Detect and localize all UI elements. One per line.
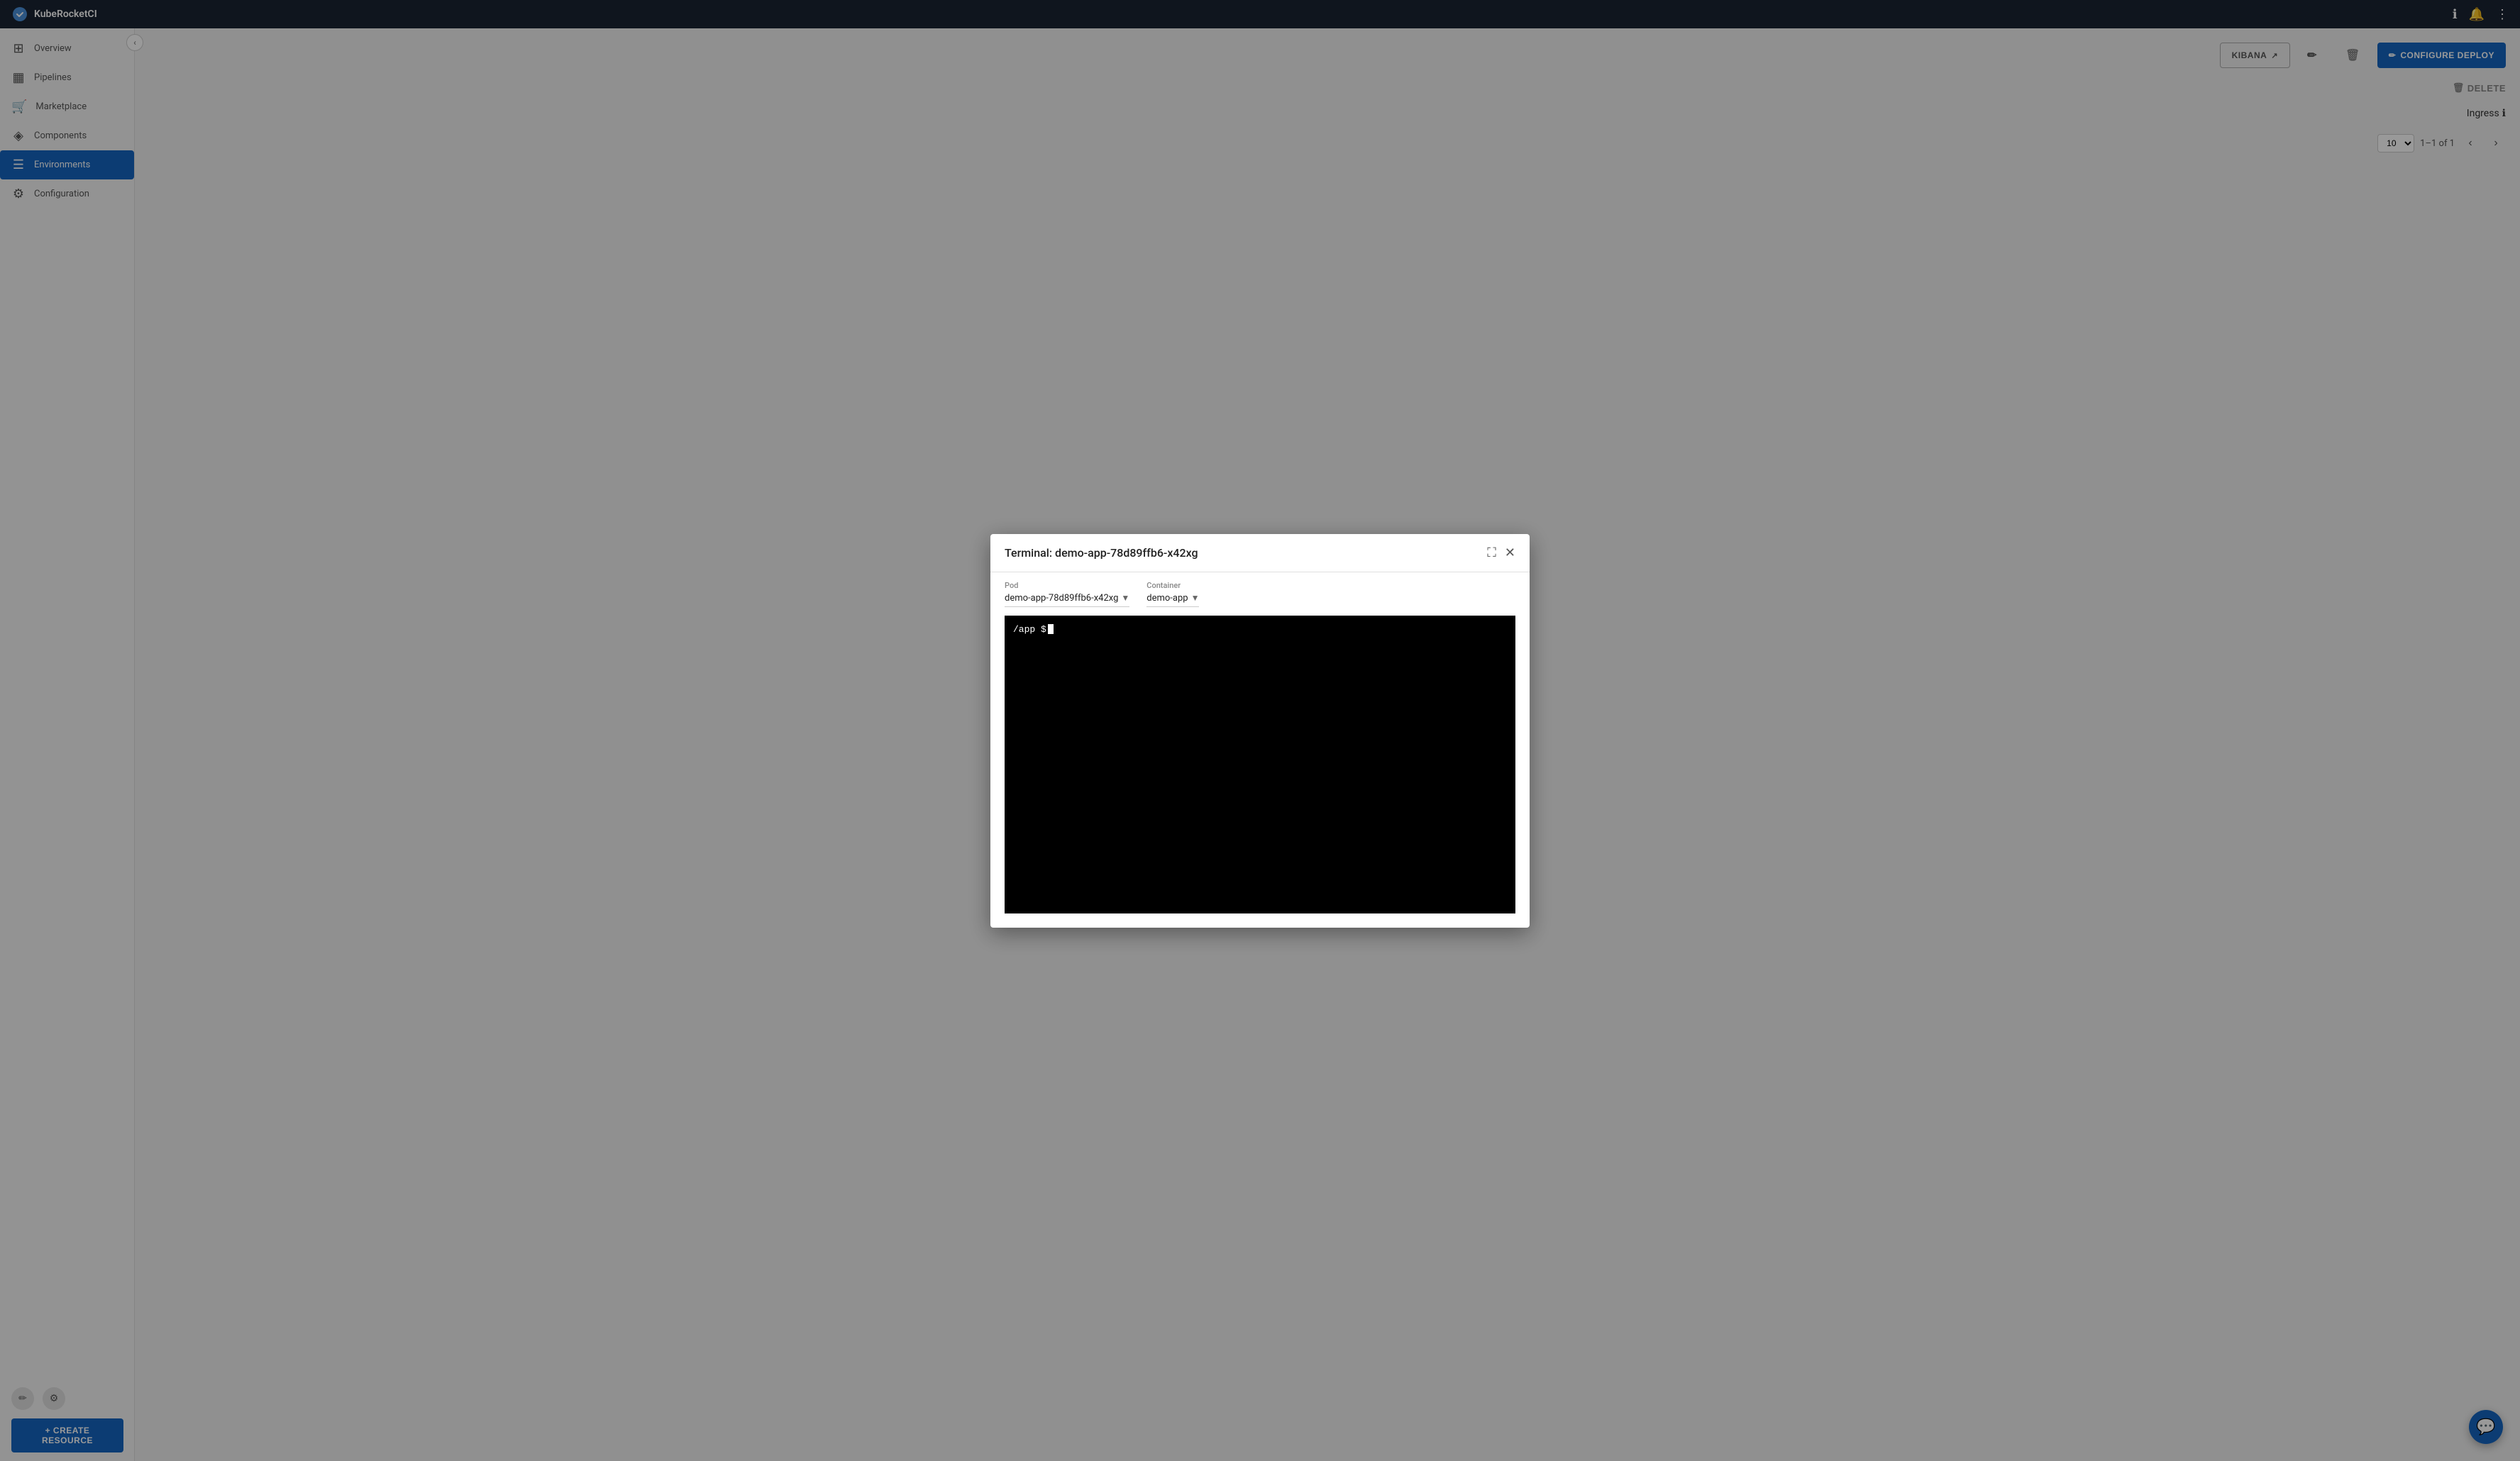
terminal-modal: Terminal: demo-app-78d89ffb6-x42xg ⛶ ✕ P…	[990, 534, 1530, 928]
pod-field: Pod demo-app-78d89ffb6-x42xg ▼	[1005, 581, 1129, 607]
modal-title: Terminal: demo-app-78d89ffb6-x42xg	[1005, 546, 1198, 560]
pod-value: demo-app-78d89ffb6-x42xg	[1005, 593, 1118, 604]
close-icon: ✕	[1505, 545, 1515, 560]
modal-close-button[interactable]: ✕	[1505, 545, 1515, 560]
expand-icon: ⛶	[1487, 545, 1496, 560]
terminal-prompt-text: /app $	[1013, 624, 1046, 635]
terminal-cursor	[1048, 624, 1054, 634]
terminal-area[interactable]: /app $	[1005, 616, 1515, 913]
modal-header: Terminal: demo-app-78d89ffb6-x42xg ⛶ ✕	[990, 534, 1530, 572]
modal-expand-button[interactable]: ⛶	[1487, 545, 1496, 560]
container-dropdown-icon: ▼	[1191, 593, 1200, 603]
modal-overlay: Terminal: demo-app-78d89ffb6-x42xg ⛶ ✕ P…	[0, 0, 2520, 1461]
modal-header-actions: ⛶ ✕	[1487, 545, 1515, 560]
modal-fields: Pod demo-app-78d89ffb6-x42xg ▼ Container…	[1005, 581, 1515, 607]
pod-dropdown-icon: ▼	[1121, 593, 1129, 603]
modal-body: Pod demo-app-78d89ffb6-x42xg ▼ Container…	[990, 572, 1530, 928]
pod-label: Pod	[1005, 581, 1129, 590]
container-value: demo-app	[1146, 593, 1188, 604]
container-label: Container	[1146, 581, 1199, 590]
pod-value-container: demo-app-78d89ffb6-x42xg ▼	[1005, 593, 1129, 607]
container-field: Container demo-app ▼	[1146, 581, 1199, 607]
container-value-container: demo-app ▼	[1146, 593, 1199, 607]
terminal-prompt-line: /app $	[1013, 624, 1507, 635]
